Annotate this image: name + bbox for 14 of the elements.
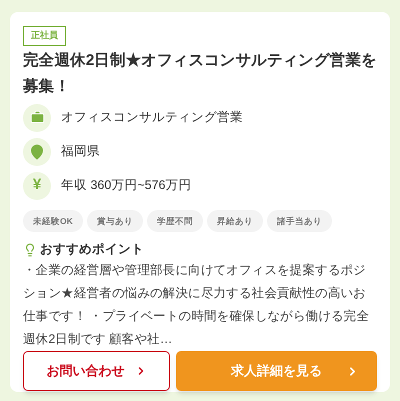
point-description: ・企業の経営層や管理部長に向けてオフィスを提案するポジション★経営者の悩みの解決に尽力する社会貢献性の高いお仕事です！ ・プライベートの時間を確保しながら働ける完全週休2日制です 顧客や社… [23,262,370,348]
feature-tag: 学歴不問 [146,210,203,232]
feature-tag: 未経験OK [23,210,83,232]
employment-type-tag: 正社員 [23,26,66,46]
feature-tag: 諸手当あり [266,210,332,232]
job-title: 完全週休2日制★オフィスコンサルティング営業を募集！ [23,50,377,96]
info-text: オフィスコンサルティング営業 [61,109,243,126]
feature-tag: 昇給あり [206,210,263,232]
yen-icon: ¥ [32,174,42,197]
feature-tag: 賞与あり [86,210,143,232]
point-heading: おすすめポイント [40,241,144,258]
info-text: 福岡県 [61,143,100,160]
info-text: 年収 360万円~576万円 [61,177,192,194]
inquiry-button[interactable]: お問い合わせ [23,351,170,391]
